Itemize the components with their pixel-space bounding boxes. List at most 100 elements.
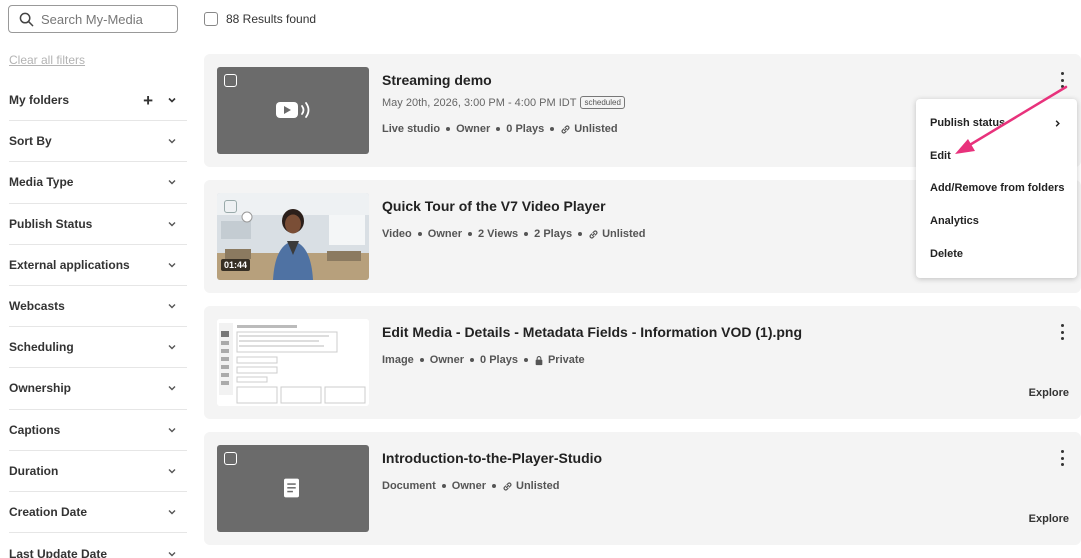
menu-item-publish-status[interactable]: Publish status (930, 117, 1062, 129)
add-folder-icon[interactable]: + (143, 92, 153, 109)
select-all-checkbox[interactable] (204, 12, 218, 26)
menu-item-analytics[interactable]: Analytics (930, 215, 979, 227)
chevron-down-icon (168, 180, 176, 185)
filter-label: Media Type (9, 175, 74, 190)
filter-external-applications[interactable]: External applications (9, 245, 187, 286)
menu-item-delete[interactable]: Delete (930, 248, 963, 260)
media-thumbnail[interactable] (217, 445, 369, 532)
filter-publish-status[interactable]: Publish Status (9, 204, 187, 245)
duration-badge: 01:44 (221, 259, 251, 271)
meta-ownership: Owner (451, 480, 487, 492)
screenshot-thumbnail-image (217, 319, 369, 406)
filter-captions[interactable]: Captions (9, 410, 187, 451)
meta-type: Video (382, 228, 412, 240)
media-checkbox[interactable] (224, 200, 237, 213)
meta-type: Document (382, 480, 436, 492)
chevron-down-icon (168, 304, 176, 309)
filter-label: Creation Date (9, 504, 88, 519)
clear-all-filters-link[interactable]: Clear all filters (9, 53, 85, 67)
meta-plays: 0 Plays (480, 354, 518, 366)
meta-type: Image (382, 354, 414, 366)
lock-icon (535, 355, 543, 365)
results-bar: 88 Results found (204, 12, 316, 26)
media-thumbnail[interactable]: 01:44 (217, 193, 369, 280)
chevron-right-icon (1055, 120, 1060, 127)
meta-visibility: Unlisted (516, 480, 560, 492)
media-title[interactable]: Quick Tour of the V7 Video Player (382, 198, 606, 214)
live-stream-icon (276, 102, 310, 118)
menu-item-label: Publish status (930, 117, 1006, 129)
media-meta: Live studio Owner 0 Plays Unlisted (382, 123, 618, 135)
filter-media-type[interactable]: Media Type (9, 162, 187, 204)
filter-list: My folders + Sort By Media Type Publish … (9, 80, 187, 558)
filter-scheduling[interactable]: Scheduling (9, 327, 187, 369)
media-meta: Document Owner Unlisted (382, 480, 559, 492)
menu-item-edit[interactable]: Edit (930, 150, 951, 162)
meta-visibility: Unlisted (574, 123, 618, 135)
explore-button[interactable]: Explore (1029, 513, 1069, 525)
meta-ownership: Owner (429, 354, 465, 366)
filter-label: Last Update Date (9, 546, 108, 558)
media-checkbox[interactable] (224, 74, 237, 87)
search-input[interactable] (41, 11, 171, 27)
search-icon (19, 12, 34, 26)
filter-label: Duration (9, 463, 59, 478)
link-icon (561, 125, 570, 133)
meta-ownership: Owner (456, 123, 491, 135)
filter-label: My folders (9, 93, 70, 108)
media-title[interactable]: Streaming demo (382, 72, 492, 88)
menu-item-add-remove-folders[interactable]: Add/Remove from folders (930, 182, 1064, 194)
meta-visibility: Private (547, 354, 585, 366)
filter-label: Ownership (9, 381, 72, 396)
media-meta: Video Owner 2 Views 2 Plays Unlisted (382, 228, 646, 240)
media-title[interactable]: Edit Media - Details - Metadata Fields -… (382, 324, 802, 340)
filter-last-update-date[interactable]: Last Update Date (9, 533, 187, 558)
more-options-icon[interactable] (1061, 450, 1065, 466)
filter-duration[interactable]: Duration (9, 451, 187, 492)
filter-label: Scheduling (9, 340, 74, 355)
chevron-down-icon (168, 262, 176, 268)
search-box[interactable] (8, 5, 178, 33)
schedule-date: May 20th, 2026, 3:00 PM - 4:00 PM IDT (382, 96, 577, 109)
chevron-down-icon (168, 386, 176, 391)
meta-ownership: Owner (427, 228, 462, 240)
filter-label: External applications (9, 257, 130, 272)
filter-ownership[interactable]: Ownership (9, 368, 187, 410)
filter-sidebar: Clear all filters My folders + Sort By M… (0, 0, 188, 558)
results-count: 88 Results found (226, 12, 317, 26)
filter-sort-by[interactable]: Sort By (9, 121, 187, 163)
chevron-down-icon (168, 551, 176, 557)
chevron-down-icon[interactable] (167, 95, 177, 105)
link-icon (503, 482, 512, 490)
more-options-icon[interactable] (1061, 72, 1065, 88)
filter-webcasts[interactable]: Webcasts (9, 286, 187, 328)
actions-menu: Publish status Edit Add/Remove from fold… (916, 99, 1077, 278)
chevron-down-icon (168, 468, 176, 474)
filter-creation-date[interactable]: Creation Date (9, 492, 187, 534)
media-thumbnail[interactable] (217, 67, 369, 154)
filter-label: Webcasts (9, 299, 65, 314)
filter-label: Captions (9, 422, 61, 437)
media-title[interactable]: Introduction-to-the-Player-Studio (382, 450, 602, 466)
chevron-down-icon (168, 427, 176, 433)
filter-my-folders[interactable]: My folders + (9, 80, 187, 122)
media-schedule: May 20th, 2026, 3:00 PM - 4:00 PM IDT sc… (382, 96, 625, 109)
chevron-down-icon (168, 345, 176, 350)
meta-plays: 2 Plays (534, 228, 573, 240)
media-card[interactable]: Edit Media - Details - Metadata Fields -… (204, 306, 1081, 419)
chevron-down-icon (168, 509, 176, 515)
filter-label: Sort By (9, 134, 52, 149)
document-icon (284, 478, 299, 498)
media-meta: Image Owner 0 Plays Private (382, 354, 585, 366)
more-options-icon[interactable] (1061, 324, 1065, 340)
meta-visibility: Unlisted (602, 228, 646, 240)
meta-views: 2 Views (478, 228, 519, 240)
meta-type: Live studio (382, 123, 441, 135)
chevron-down-icon (168, 139, 176, 144)
chevron-down-icon (168, 221, 176, 227)
link-icon (589, 230, 598, 238)
media-thumbnail[interactable] (217, 319, 369, 406)
media-card[interactable]: Introduction-to-the-Player-Studio Docume… (204, 432, 1081, 545)
explore-button[interactable]: Explore (1029, 387, 1069, 399)
media-checkbox[interactable] (224, 452, 237, 465)
